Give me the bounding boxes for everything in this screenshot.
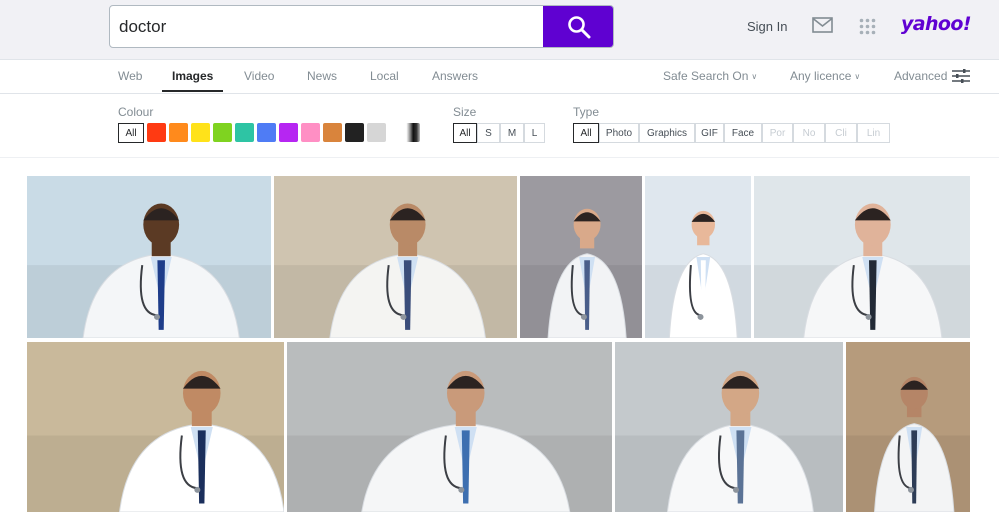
tab-images[interactable]: Images bbox=[172, 69, 213, 83]
colour-swatch[interactable] bbox=[323, 123, 342, 142]
size-all-chip[interactable]: All bbox=[453, 123, 477, 143]
type-nonportrait-chip[interactable]: No bbox=[793, 123, 825, 143]
colour-swatch[interactable] bbox=[257, 123, 276, 142]
mail-icon[interactable] bbox=[812, 17, 833, 33]
search-input[interactable] bbox=[110, 6, 544, 47]
tab-local[interactable]: Local bbox=[370, 69, 399, 83]
colour-swatch[interactable] bbox=[213, 123, 232, 142]
type-photo-chip[interactable]: Photo bbox=[599, 123, 639, 143]
doctor-photo-thumbnail bbox=[27, 176, 271, 338]
chevron-down-icon: ∨ bbox=[854, 72, 861, 81]
tab-answers[interactable]: Answers bbox=[432, 69, 478, 83]
type-graphics-chip[interactable]: Graphics bbox=[639, 123, 695, 143]
colour-swatch[interactable] bbox=[345, 123, 364, 142]
type-filter-label: Type bbox=[573, 105, 600, 119]
sign-in-link[interactable]: Sign In bbox=[747, 19, 787, 34]
doctor-photo-thumbnail bbox=[287, 342, 612, 512]
image-result-doctor-blue-tie-stethoscope[interactable] bbox=[27, 176, 271, 338]
size-filter-label: Size bbox=[453, 105, 477, 119]
image-result-doctor-tablet-hospital[interactable] bbox=[615, 342, 843, 512]
doctor-photo-thumbnail bbox=[274, 176, 517, 338]
doctor-photo-thumbnail bbox=[846, 342, 970, 512]
doctor-photo-thumbnail bbox=[27, 342, 284, 512]
type-portrait-chip[interactable]: Por bbox=[762, 123, 793, 143]
colour-swatch[interactable] bbox=[367, 123, 386, 142]
doctor-photo-thumbnail bbox=[615, 342, 843, 512]
header-bar: Sign In yahoo! bbox=[0, 0, 999, 60]
doctor-photo-thumbnail bbox=[754, 176, 970, 338]
type-gif-chip[interactable]: GIF bbox=[695, 123, 724, 143]
black-and-white-swatch[interactable] bbox=[403, 123, 420, 142]
image-result-doctor-consulting-patient[interactable] bbox=[287, 342, 612, 512]
size-medium-chip[interactable]: M bbox=[500, 123, 524, 143]
search-button[interactable] bbox=[543, 6, 613, 47]
search-box[interactable] bbox=[109, 5, 614, 48]
colour-swatch[interactable] bbox=[279, 123, 298, 142]
image-result-doctor-leaning-on-desk[interactable] bbox=[846, 342, 970, 512]
colour-all-chip[interactable]: All bbox=[118, 123, 144, 143]
size-small-chip[interactable]: S bbox=[477, 123, 500, 143]
apps-grid-icon[interactable] bbox=[859, 18, 876, 35]
doctor-photo-thumbnail bbox=[520, 176, 642, 338]
image-result-doctor-glasses-grey-backdrop[interactable] bbox=[520, 176, 642, 338]
colour-swatch[interactable] bbox=[235, 123, 254, 142]
safe-search-label: Safe Search On bbox=[663, 69, 749, 83]
search-icon bbox=[567, 15, 590, 38]
tab-video[interactable]: Video bbox=[244, 69, 274, 83]
tab-news[interactable]: News bbox=[307, 69, 337, 83]
active-tab-underline bbox=[162, 90, 223, 92]
image-result-doctor-smiling-with-patient[interactable] bbox=[27, 342, 284, 512]
colour-filter-label: Colour bbox=[118, 105, 154, 119]
chevron-down-icon: ∨ bbox=[751, 72, 758, 81]
doctor-photo-thumbnail bbox=[645, 176, 751, 338]
image-result-doctor-exam-room-folder[interactable] bbox=[274, 176, 517, 338]
type-linedrawing-chip[interactable]: Lin bbox=[857, 123, 890, 143]
colour-swatch[interactable] bbox=[169, 123, 188, 142]
tab-web[interactable]: Web bbox=[118, 69, 142, 83]
divider bbox=[0, 157, 999, 158]
colour-swatch[interactable] bbox=[191, 123, 210, 142]
licence-dropdown[interactable]: Any licence ∨ bbox=[790, 69, 860, 83]
size-large-chip[interactable]: L bbox=[524, 123, 545, 143]
colour-swatch[interactable] bbox=[301, 123, 320, 142]
image-result-female-doctor-clipboard[interactable] bbox=[645, 176, 751, 338]
licence-label: Any licence bbox=[790, 69, 852, 83]
sliders-icon[interactable] bbox=[952, 69, 970, 83]
yahoo-logo[interactable]: yahoo! bbox=[901, 13, 972, 35]
colour-swatch[interactable] bbox=[147, 123, 166, 142]
type-face-chip[interactable]: Face bbox=[724, 123, 762, 143]
type-all-chip[interactable]: All bbox=[573, 123, 599, 143]
type-clipart-chip[interactable]: Cli bbox=[825, 123, 857, 143]
safe-search-dropdown[interactable]: Safe Search On ∨ bbox=[663, 69, 757, 83]
advanced-link[interactable]: Advanced bbox=[894, 69, 947, 83]
image-result-senior-doctor-clipboard[interactable] bbox=[754, 176, 970, 338]
vertical-tabs: Web Images Video News Local Answers Safe… bbox=[0, 61, 999, 94]
